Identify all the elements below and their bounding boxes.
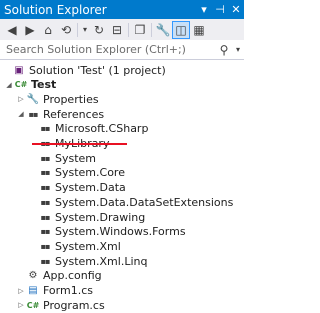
csharp-project-icon: C# — [14, 80, 28, 90]
search-options-dropdown-icon[interactable]: ▾ — [232, 45, 244, 54]
reference-icon: ▪▪ — [40, 124, 51, 134]
tree-item-label: Form1.cs — [43, 284, 93, 297]
sync-icon[interactable]: ⟲ — [57, 21, 75, 39]
window-title: Solution Explorer — [4, 2, 107, 17]
references-icon: ▪▪ — [28, 109, 39, 119]
tree-item-label: Test — [31, 78, 57, 92]
tree-item-label: System.Xml — [55, 239, 121, 253]
tree-item[interactable]: ▪▪ System.Windows.Forms — [0, 224, 244, 240]
tree-item[interactable]: ▪▪ System.Xml — [0, 238, 244, 254]
reference-icon: ▪▪ — [40, 256, 51, 266]
tree-item-label: Microsoft.CSharp — [55, 122, 149, 136]
tree-item-label: System.Core — [55, 166, 125, 180]
back-icon[interactable]: ◀ — [3, 21, 21, 39]
tree-item[interactable]: ▪▪ System.Data.DataSetExtensions — [0, 194, 244, 210]
tree-item[interactable]: ▪▪ System.Xml.Linq — [0, 253, 244, 269]
tree-item-label: Properties — [43, 92, 99, 106]
tree-item-label: System.Windows.Forms — [55, 225, 186, 239]
tree-item-label: System.Drawing — [55, 210, 146, 224]
config-file-icon: ⚙ — [28, 270, 38, 282]
expanded-arrow-icon[interactable]: ◢ — [16, 110, 26, 118]
preview-icon[interactable]: ◫ — [172, 20, 190, 39]
tree-item-label: Program.cs — [43, 298, 105, 312]
close-icon[interactable]: ✕ — [228, 0, 244, 19]
toolbar-separator — [77, 22, 78, 37]
forward-icon[interactable]: ▶ — [21, 21, 39, 39]
tree-item-label: System.Xml.Linq — [55, 254, 148, 268]
auto-hide-pin-icon[interactable]: ⊣ — [212, 0, 228, 19]
refresh-icon[interactable]: ↻ — [90, 21, 108, 39]
tree-item-label: References — [43, 107, 105, 121]
tree-item[interactable]: ▪▪ Microsoft.CSharp — [0, 121, 244, 137]
search-input[interactable]: Search Solution Explorer (Ctrl+;) — [0, 43, 216, 56]
reference-icon: ▪▪ — [40, 241, 51, 251]
tree-item[interactable]: ▪▪ System — [0, 150, 244, 166]
form-file-icon: ▤ — [28, 285, 38, 296]
tree-item[interactable]: ▪▪ System.Core — [0, 165, 244, 181]
expanded-arrow-icon[interactable]: ◢ — [4, 81, 14, 89]
toolbar-separator — [151, 22, 152, 37]
collapsed-arrow-icon[interactable]: ▷ — [16, 95, 26, 103]
window-position-dropdown-icon[interactable]: ▾ — [196, 0, 212, 19]
reference-icon: ▪▪ — [40, 227, 51, 237]
tree-item-label: Solution 'Test' (1 project) — [29, 63, 166, 77]
tree-item-label: System.Data — [55, 181, 126, 195]
tree-item-label: System.Data.DataSetExtensions — [55, 195, 234, 209]
collapsed-arrow-icon[interactable]: ▷ — [16, 287, 26, 295]
collapsed-arrow-icon[interactable]: ▷ — [16, 301, 26, 309]
properties-icon[interactable]: 🔧 — [154, 21, 172, 39]
toolbar-separator — [128, 22, 129, 37]
home-icon[interactable]: ⌂ — [39, 21, 57, 39]
show-all-files-icon[interactable]: ▦ — [190, 21, 208, 39]
reference-icon: ▪▪ — [40, 153, 51, 163]
reference-icon: ▪▪ — [40, 212, 51, 222]
tree-item[interactable]: ▷ 🔧 Properties — [0, 91, 244, 107]
search-icon[interactable]: ⚲ — [216, 43, 232, 57]
tree-item[interactable]: ◢ C# Test — [0, 77, 244, 93]
red-underline-annotation — [32, 143, 127, 145]
tree-item[interactable]: ▷ ▤ Form1.cs — [0, 283, 244, 299]
tree-item[interactable]: ▪▪ System.Drawing — [0, 209, 244, 225]
csharp-file-icon: C# — [26, 300, 40, 310]
copy-icon[interactable]: ❐ — [131, 21, 149, 39]
tree-item[interactable]: ◢ ▪▪ References — [0, 106, 244, 122]
collapse-all-icon[interactable]: ⊟ — [108, 21, 126, 39]
tree-item-label: System — [55, 151, 97, 165]
search-bar: Search Solution Explorer (Ctrl+;) ⚲ ▾ — [0, 40, 244, 60]
reference-icon: ▪▪ — [40, 197, 51, 207]
title-bar: Solution Explorer ▾ ⊣ ✕ — [0, 0, 244, 19]
toolbar: ◀ ▶ ⌂ ⟲ ▾ ↻ ⊟ ❐ 🔧 ◫ ▦ — [0, 19, 244, 40]
tree-item-label: App.config — [43, 269, 102, 283]
tree-item[interactable]: ⚙ App.config — [0, 268, 244, 284]
tree-item[interactable]: ▣ Solution 'Test' (1 project) — [0, 62, 244, 78]
reference-icon: ▪▪ — [40, 168, 51, 178]
tree-item[interactable]: ▪▪ System.Data — [0, 180, 244, 196]
reference-icon: ▪▪ — [40, 183, 51, 193]
solution-icon: ▣ — [14, 64, 24, 76]
properties-folder-icon: 🔧 — [26, 93, 40, 105]
sync-dropdown-icon[interactable]: ▾ — [80, 21, 90, 39]
